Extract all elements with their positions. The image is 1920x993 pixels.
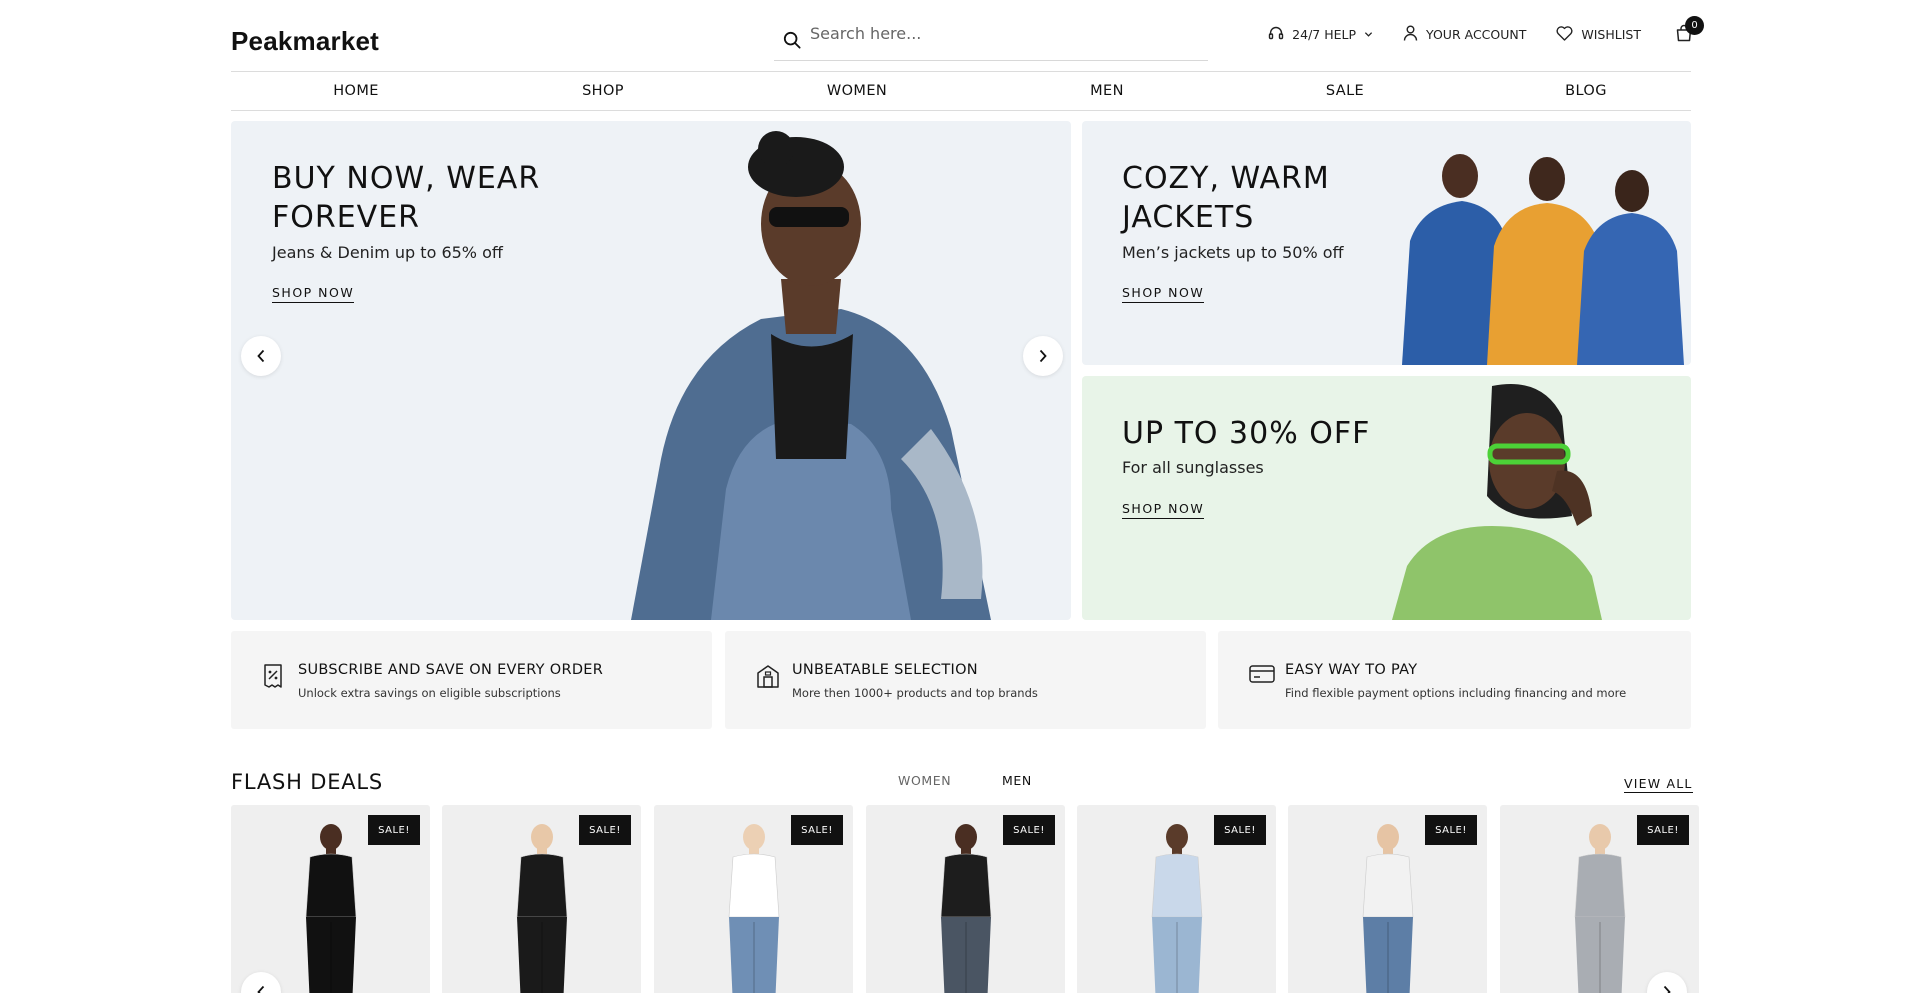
store-icon	[755, 663, 781, 693]
sale-badge: SALE!	[1637, 815, 1689, 845]
cart-count-badge: 0	[1685, 16, 1704, 35]
sale-badge: SALE!	[368, 815, 420, 845]
main-nav: HOME SHOP WOMEN MEN SALE BLOG	[231, 71, 1691, 111]
hero-shop-now-link[interactable]: SHOP NOW	[272, 285, 355, 303]
hero-title: BUY NOW, WEAR FOREVER	[272, 159, 540, 237]
site-logo[interactable]: Peakmarket	[231, 26, 379, 57]
search-bar	[774, 14, 1208, 61]
heart-icon	[1556, 25, 1573, 44]
banner-jackets[interactable]: COZY, WARM JACKETS Men’s jackets up to 5…	[1082, 121, 1691, 365]
hero-prev-button[interactable]	[241, 336, 281, 376]
product-card[interactable]: SALE!	[1288, 805, 1487, 993]
feature-title: UNBEATABLE SELECTION	[792, 662, 978, 678]
feature-subtitle: Find flexible payment options including …	[1285, 686, 1627, 700]
account-label: YOUR ACCOUNT	[1426, 27, 1527, 42]
sale-badge: SALE!	[791, 815, 843, 845]
sunglasses-model-image	[1392, 384, 1602, 620]
sunglasses-shop-now-link[interactable]: SHOP NOW	[1122, 501, 1205, 519]
product-image	[728, 824, 779, 993]
wishlist-label: WISHLIST	[1581, 27, 1641, 42]
nav-blog[interactable]: BLOG	[1565, 83, 1607, 99]
product-card[interactable]: SALE!	[1500, 805, 1699, 993]
jackets-title-line2: JACKETS	[1122, 200, 1255, 235]
product-card[interactable]: SALE!	[1077, 805, 1276, 993]
product-image	[940, 824, 991, 993]
product-image	[1574, 824, 1625, 993]
sale-badge: SALE!	[579, 815, 631, 845]
sunglasses-title: UP TO 30% OFF	[1122, 416, 1371, 451]
help-label: 24/7 HELP	[1292, 27, 1357, 42]
receipt-percent-icon	[261, 663, 285, 693]
tab-men[interactable]: MEN	[1002, 773, 1032, 788]
search-icon[interactable]	[774, 25, 810, 49]
cart-button[interactable]: 0	[1675, 16, 1704, 45]
hero-subtitle: Jeans & Denim up to 65% off	[272, 243, 503, 262]
product-card[interactable]: SALE!	[866, 805, 1065, 993]
nav-shop[interactable]: SHOP	[582, 83, 624, 99]
wishlist-link[interactable]: WISHLIST	[1556, 25, 1641, 44]
nav-women[interactable]: WOMEN	[827, 83, 887, 99]
product-image	[1151, 824, 1202, 993]
chevron-right-icon	[1663, 985, 1671, 993]
jackets-shop-now-link[interactable]: SHOP NOW	[1122, 285, 1205, 303]
hero-next-button[interactable]	[1023, 336, 1063, 376]
search-input[interactable]	[810, 23, 1200, 43]
view-all-link[interactable]: VIEW ALL	[1624, 776, 1693, 793]
nav-home[interactable]: HOME	[333, 83, 379, 99]
chevron-down-icon	[1364, 27, 1373, 42]
product-card[interactable]: SALE!	[442, 805, 641, 993]
headset-icon	[1268, 25, 1284, 44]
feature-payment: EASY WAY TO PAY Find flexible payment op…	[1218, 631, 1691, 729]
header-actions: 24/7 HELP YOUR ACCOUNT WISHLIST 0	[1238, 16, 1704, 45]
hero-model-image	[631, 131, 991, 620]
jackets-title-line1: COZY, WARM	[1122, 161, 1330, 196]
user-icon	[1403, 25, 1418, 44]
hero-title-line2: FOREVER	[272, 200, 420, 235]
sale-badge: SALE!	[1214, 815, 1266, 845]
feature-subtitle: More then 1000+ products and top brands	[792, 686, 1038, 700]
feature-selection: UNBEATABLE SELECTION More then 1000+ pro…	[725, 631, 1206, 729]
chevron-right-icon	[1039, 349, 1047, 363]
feature-subscribe: SUBSCRIBE AND SAVE ON EVERY ORDER Unlock…	[231, 631, 712, 729]
jackets-title: COZY, WARM JACKETS	[1122, 159, 1330, 237]
sunglasses-subtitle: For all sunglasses	[1122, 458, 1264, 477]
hero-banner-denim[interactable]: BUY NOW, WEAR FOREVER Jeans & Denim up t…	[231, 121, 1071, 620]
tab-women[interactable]: WOMEN	[898, 773, 951, 788]
hero-title-line1: BUY NOW, WEAR	[272, 161, 541, 196]
feature-subtitle: Unlock extra savings on eligible subscri…	[298, 686, 561, 700]
help-menu[interactable]: 24/7 HELP	[1268, 25, 1373, 44]
product-image	[516, 824, 567, 993]
flash-deals-title: FLASH DEALS	[231, 770, 384, 794]
banner-sunglasses[interactable]: UP TO 30% OFF For all sunglasses SHOP NO…	[1082, 376, 1691, 620]
product-image	[1362, 824, 1413, 993]
chevron-left-icon	[257, 985, 265, 993]
chevron-left-icon	[257, 349, 265, 363]
feature-title: EASY WAY TO PAY	[1285, 662, 1418, 678]
account-link[interactable]: YOUR ACCOUNT	[1403, 25, 1526, 44]
product-image	[305, 824, 356, 993]
product-card[interactable]: SALE!	[231, 805, 430, 993]
sale-badge: SALE!	[1003, 815, 1055, 845]
sale-badge: SALE!	[1425, 815, 1477, 845]
product-card[interactable]: SALE!	[654, 805, 853, 993]
nav-men[interactable]: MEN	[1090, 83, 1124, 99]
feature-title: SUBSCRIBE AND SAVE ON EVERY ORDER	[298, 662, 604, 678]
nav-sale[interactable]: SALE	[1326, 83, 1364, 99]
jackets-models-image	[1402, 154, 1684, 365]
jackets-subtitle: Men’s jackets up to 50% off	[1122, 243, 1344, 262]
credit-card-icon	[1248, 663, 1276, 689]
